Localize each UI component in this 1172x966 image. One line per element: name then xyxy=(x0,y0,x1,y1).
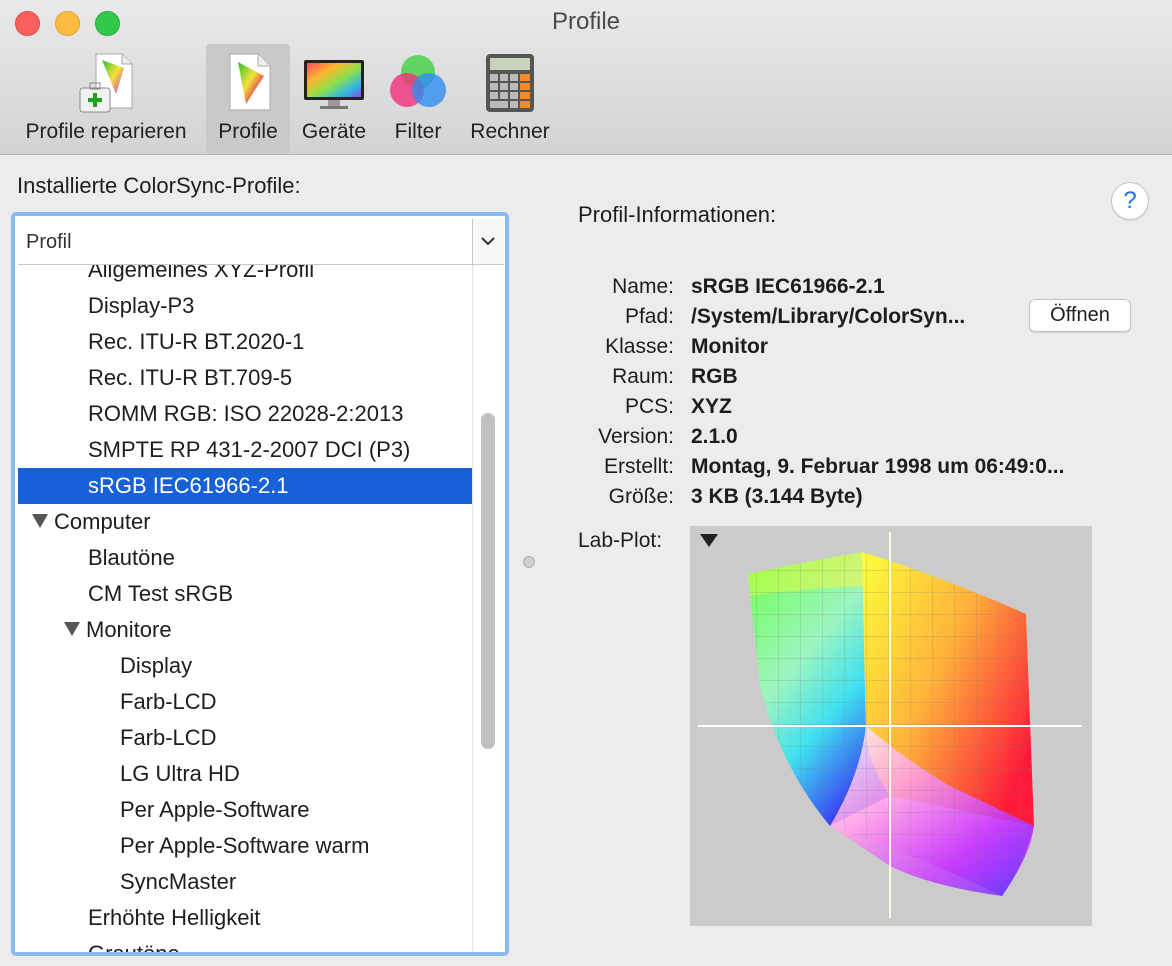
profile-info-heading: Profil-Informationen: xyxy=(578,202,777,227)
toolbar-label: Rechner xyxy=(470,120,550,143)
row-label: SMPTE RP 431-2-2007 DCI (P3) xyxy=(88,437,411,462)
space-value: RGB xyxy=(691,365,738,388)
row-label: sRGB IEC61966-2.1 xyxy=(88,473,289,498)
disclosure-triangle-icon[interactable] xyxy=(64,622,80,637)
toolbar-item-devices[interactable]: Geräte xyxy=(294,44,374,154)
profile-row[interactable]: Farb-LCD xyxy=(18,720,472,756)
profile-group-popup[interactable]: Profil xyxy=(18,219,504,265)
outline-group-row[interactable]: Monitore xyxy=(18,612,472,648)
split-view-handle[interactable] xyxy=(523,556,535,568)
row-label: Farb-LCD xyxy=(120,725,217,750)
calculator-icon xyxy=(478,50,542,114)
profile-row[interactable]: Farb-LCD xyxy=(18,684,472,720)
window-title: Profile xyxy=(551,8,621,35)
toolbar-item-calculator[interactable]: Rechner xyxy=(464,44,556,154)
toolbar-item-profile[interactable]: Profile xyxy=(206,44,290,154)
profile-row[interactable]: Display-P3 xyxy=(18,288,472,324)
name-value: sRGB IEC61966-2.1 xyxy=(691,275,885,298)
row-label: Display xyxy=(120,653,193,678)
row-label: Allgemeines XYZ-Profil xyxy=(88,265,315,282)
profile-window: Profile Profile reparieren Profile Gerät… xyxy=(0,0,1172,966)
lab-plot-label: Lab-Plot: xyxy=(578,529,663,552)
row-label: Per Apple-Software xyxy=(120,797,310,822)
size-label: Größe: xyxy=(608,485,674,508)
profile-row[interactable]: Display xyxy=(18,648,472,684)
profile-row[interactable]: ROMM RGB: ISO 22028-2:2013 xyxy=(18,396,472,432)
class-value: Monitor xyxy=(691,335,768,358)
popup-value: Profil xyxy=(26,231,72,253)
color-filter-icon xyxy=(386,50,450,114)
profile-row[interactable]: LG Ultra HD xyxy=(18,756,472,792)
row-label: Monitore xyxy=(86,617,172,642)
profile-row[interactable]: Rec. ITU-R BT.2020-1 xyxy=(18,324,472,360)
path-value: /System/Library/ColorSyn... xyxy=(691,305,966,328)
name-label: Name: xyxy=(612,275,674,298)
created-value: Montag, 9. Februar 1998 um 06:49:0... xyxy=(691,455,1065,478)
scrollbar-thumb[interactable] xyxy=(481,413,495,749)
path-label: Pfad: xyxy=(624,305,674,328)
size-value: 3 KB (3.144 Byte) xyxy=(691,485,863,508)
lab-plot-disclosure-icon[interactable] xyxy=(700,534,718,547)
row-label: LG Ultra HD xyxy=(120,761,240,786)
created-label: Erstellt: xyxy=(603,455,674,478)
profile-row[interactable]: SyncMaster xyxy=(18,864,472,900)
installed-profiles-heading: Installierte ColorSync-Profile: xyxy=(17,173,301,198)
row-label: Blautöne xyxy=(88,545,175,570)
profile-row[interactable]: Erhöhte Helligkeit xyxy=(18,900,472,936)
display-device-icon xyxy=(302,50,366,114)
chevron-down-icon[interactable] xyxy=(472,219,504,264)
row-label: ROMM RGB: ISO 22028-2:2013 xyxy=(88,401,404,426)
row-label: Display-P3 xyxy=(88,293,195,318)
space-label: Raum: xyxy=(612,365,674,388)
row-label: Rec. ITU-R BT.709-5 xyxy=(88,365,293,390)
toolbar-label: Filter xyxy=(394,120,442,143)
toolbar-label: Profile xyxy=(218,120,278,143)
toolbar-item-filter[interactable]: Filter xyxy=(380,44,456,154)
row-label: Erhöhte Helligkeit xyxy=(88,905,261,930)
profile-row[interactable]: Rec. ITU-R BT.709-5 xyxy=(18,360,472,396)
row-label: Grautöne xyxy=(88,941,180,954)
row-label: Per Apple-Software warm xyxy=(120,833,370,858)
toolbar-label: Geräte xyxy=(301,120,367,143)
disclosure-triangle-icon[interactable] xyxy=(32,514,48,529)
toolbar-item-repair[interactable]: Profile reparieren xyxy=(10,44,202,154)
pcs-value: XYZ xyxy=(691,395,732,418)
row-label: CM Test sRGB xyxy=(88,581,234,606)
profiles-outline: Allgemeines XYZ-Profil Display-P3 Rec. ITU… xyxy=(18,265,472,954)
pcs-label: PCS: xyxy=(624,395,674,418)
version-label: Version: xyxy=(598,425,674,448)
profile-row[interactable]: sRGB IEC61966-2.1 xyxy=(18,468,472,504)
colorsync-profile-icon xyxy=(216,50,280,114)
toolbar-label: Profile reparieren xyxy=(25,120,187,143)
first-aid-profile-icon xyxy=(76,50,140,114)
profile-row[interactable]: Allgemeines XYZ-Profil xyxy=(18,265,472,288)
vertical-scrollbar[interactable] xyxy=(472,265,502,952)
outline-group-row[interactable]: Computer xyxy=(18,504,472,540)
profile-row[interactable]: Grautöne xyxy=(18,936,472,954)
row-label: SyncMaster xyxy=(120,869,237,894)
lab-gamut-graphic xyxy=(698,532,1082,918)
profile-row[interactable]: Per Apple-Software xyxy=(18,792,472,828)
profile-row[interactable]: SMPTE RP 431-2-2007 DCI (P3) xyxy=(18,432,472,468)
toolbar: Profile Profile reparieren Profile Gerät… xyxy=(0,0,1172,155)
class-label: Klasse: xyxy=(605,335,674,358)
row-label: Rec. ITU-R BT.2020-1 xyxy=(88,329,305,354)
lab-plot-view[interactable] xyxy=(690,526,1092,926)
row-label: Farb-LCD xyxy=(120,689,217,714)
help-button[interactable]: ? xyxy=(1111,182,1149,220)
row-label: Computer xyxy=(54,509,151,534)
profile-row[interactable]: CM Test sRGB xyxy=(18,576,472,612)
open-button[interactable]: Öffnen xyxy=(1029,299,1131,332)
version-value: 2.1.0 xyxy=(691,425,738,448)
profile-row[interactable]: Per Apple-Software warm xyxy=(18,828,472,864)
profiles-list-box: Profil Allgemeines XYZ-Profil Display-P3 R… xyxy=(11,212,509,956)
profile-row[interactable]: Blautöne xyxy=(18,540,472,576)
